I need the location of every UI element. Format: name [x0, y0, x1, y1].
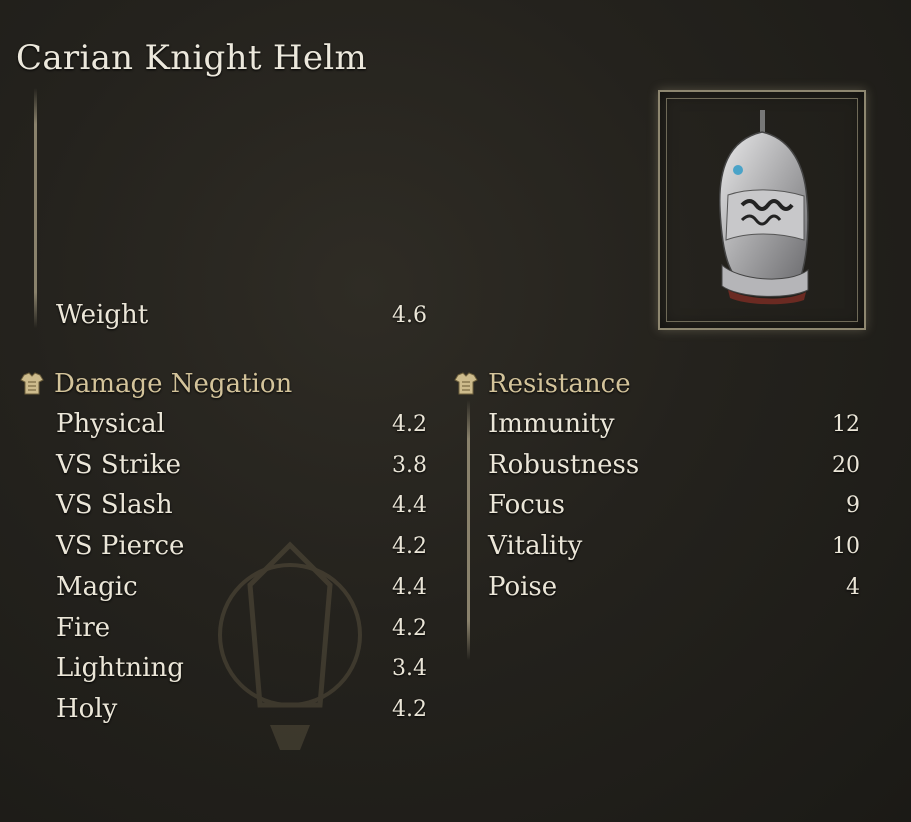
weight-value: 4.6: [392, 302, 427, 328]
res-row-immunity: Immunity 12: [488, 408, 860, 440]
res-value: 9: [846, 492, 860, 518]
weight-label: Weight: [56, 300, 149, 330]
dn-value: 4.2: [392, 533, 427, 559]
res-label: Robustness: [488, 450, 640, 480]
res-value: 12: [832, 411, 860, 437]
helm-icon: [719, 110, 809, 305]
dn-label: VS Pierce: [56, 531, 185, 561]
weight-row: Weight 4.6: [56, 299, 427, 331]
damage-negation-heading: Damage Negation: [18, 367, 292, 401]
damage-negation-title: Damage Negation: [54, 369, 293, 399]
armor-icon: [454, 372, 478, 395]
res-label: Focus: [488, 490, 565, 520]
res-row-vitality: Vitality 10: [488, 530, 860, 562]
dn-label: Lightning: [56, 653, 184, 683]
res-value: 4: [846, 574, 860, 600]
dn-label: Holy: [56, 694, 118, 724]
divider-line-middle: [467, 400, 470, 660]
res-row-focus: Focus 9: [488, 489, 860, 521]
dn-row-vs-strike: VS Strike 3.8: [56, 449, 427, 481]
divider-line-top: [34, 88, 37, 328]
dn-row-physical: Physical 4.2: [56, 408, 427, 440]
dn-value: 4.2: [392, 411, 427, 437]
dn-value: 3.8: [392, 452, 427, 478]
dn-label: Physical: [56, 409, 165, 439]
res-row-robustness: Robustness 20: [488, 449, 860, 481]
res-row-poise: Poise 4: [488, 571, 860, 603]
dn-label: VS Slash: [56, 490, 173, 520]
dn-value: 4.4: [392, 574, 427, 600]
dn-value: 4.2: [392, 696, 427, 722]
resistance-title: Resistance: [488, 369, 631, 399]
background-emblem-icon: [218, 541, 362, 750]
res-label: Immunity: [488, 409, 615, 439]
dn-value: 4.2: [392, 615, 427, 641]
resistance-heading: Resistance: [452, 367, 631, 401]
res-value: 10: [832, 533, 860, 559]
dn-label: Fire: [56, 613, 111, 643]
armor-icon: [20, 372, 44, 395]
dn-label: VS Strike: [56, 450, 181, 480]
res-value: 20: [832, 452, 860, 478]
dn-value: 4.4: [392, 492, 427, 518]
item-name: Carian Knight Helm: [16, 38, 367, 78]
dn-label: Magic: [56, 572, 138, 602]
dn-row-vs-slash: VS Slash 4.4: [56, 489, 427, 521]
res-label: Poise: [488, 572, 558, 602]
dn-value: 3.4: [392, 655, 427, 681]
item-image-frame: [658, 90, 866, 330]
res-label: Vitality: [488, 531, 583, 561]
